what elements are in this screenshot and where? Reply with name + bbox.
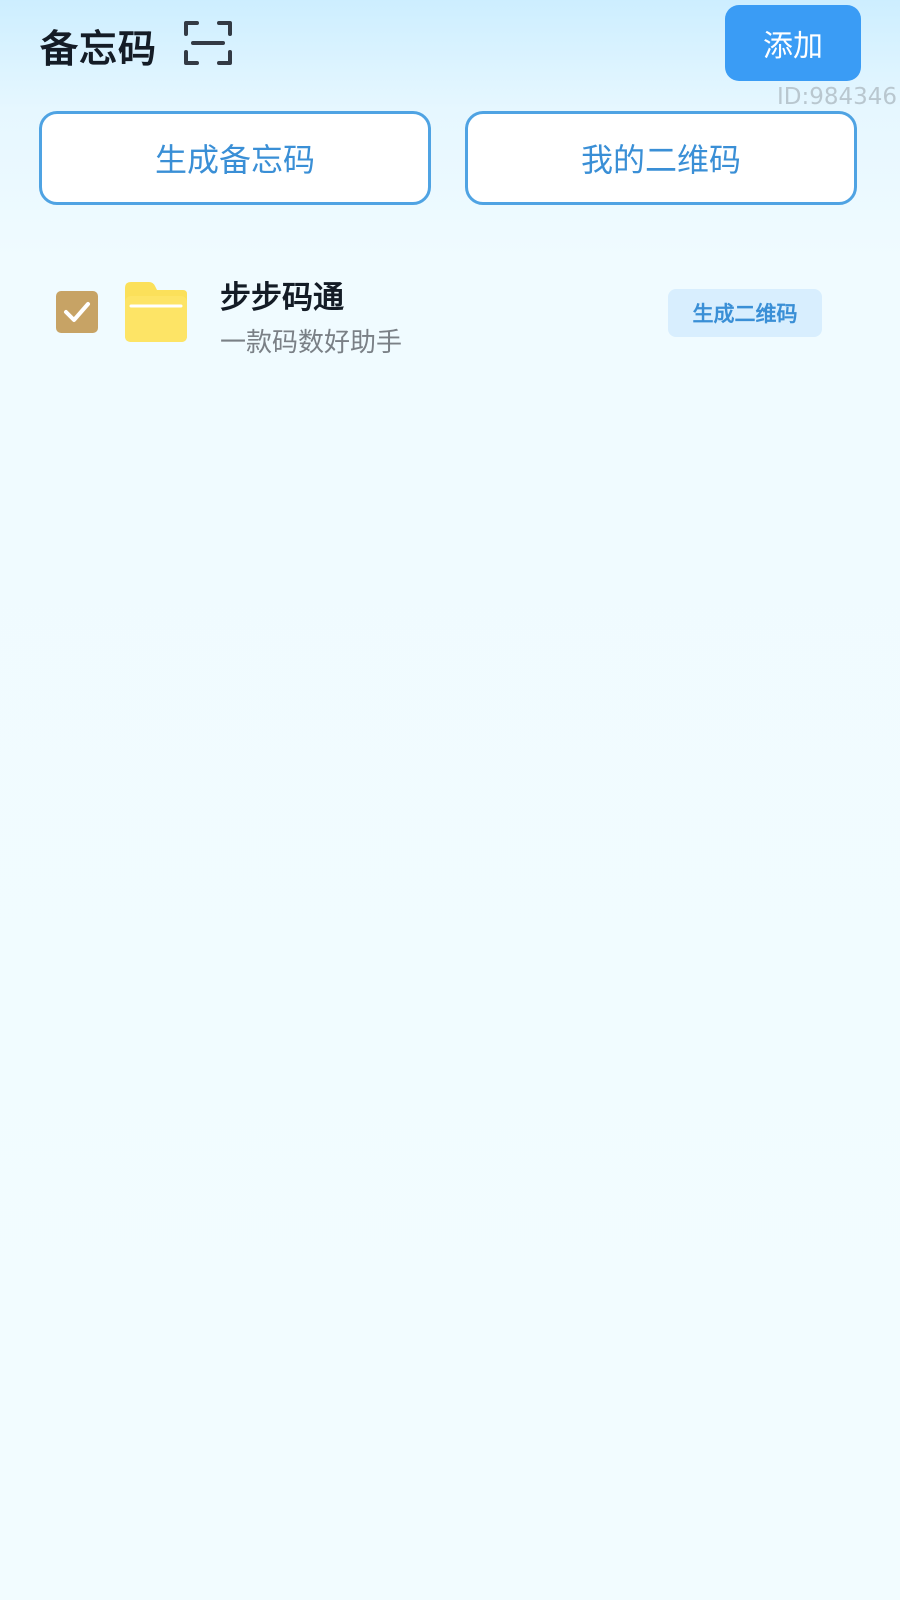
- id-label: ID:984346: [777, 84, 898, 110]
- checkbox[interactable]: [56, 291, 98, 333]
- add-button[interactable]: 添加: [725, 5, 861, 81]
- folder-icon: [123, 280, 189, 348]
- page-title: 备忘码: [40, 27, 158, 71]
- generate-qr-button[interactable]: 生成二维码: [668, 289, 822, 337]
- list-item[interactable]: 步步码通 一款码数好助手 生成二维码: [0, 260, 900, 370]
- generate-memo-button[interactable]: 生成备忘码: [39, 111, 431, 205]
- item-subtitle: 一款码数好助手: [220, 328, 403, 358]
- item-title: 步步码通: [220, 280, 344, 316]
- my-qr-code-button[interactable]: 我的二维码: [465, 111, 857, 205]
- check-icon: [64, 302, 90, 322]
- scan-icon[interactable]: [183, 18, 233, 68]
